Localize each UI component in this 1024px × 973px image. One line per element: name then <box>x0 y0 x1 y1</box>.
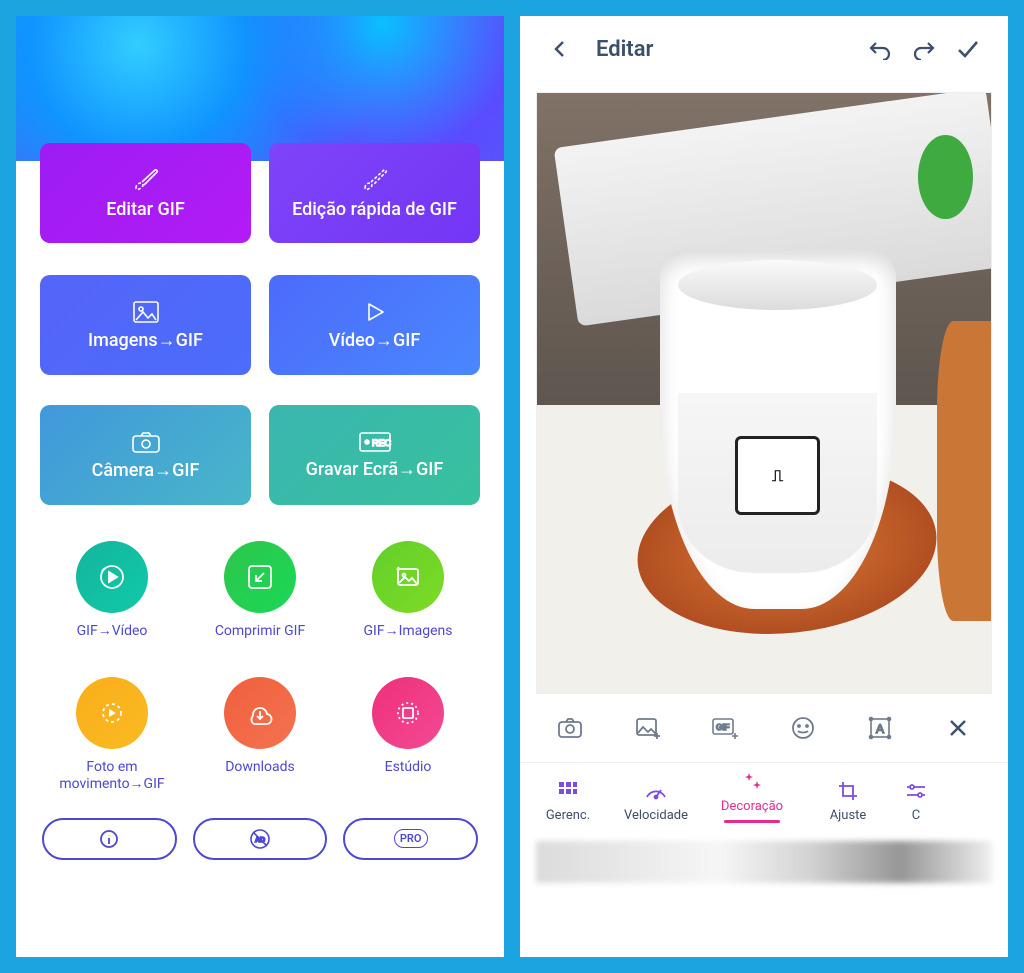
quick-edit-button[interactable]: Edição rápida de GIF <box>269 143 480 243</box>
camera-icon <box>131 430 161 454</box>
tool-text[interactable]: A <box>860 716 900 740</box>
back-button[interactable] <box>538 38 582 60</box>
tab-decoration-label: Decoração <box>721 799 783 814</box>
pro-label: PRO <box>394 829 428 848</box>
editor-topbar: Editar <box>520 16 1008 82</box>
brush-icon <box>131 167 161 193</box>
info-pill[interactable] <box>42 818 177 860</box>
video-to-gif-label: Vídeo→GIF <box>329 330 421 351</box>
camera-to-gif-label: Câmera→GIF <box>92 460 200 481</box>
pro-pill[interactable]: PRO <box>343 818 478 860</box>
gif-to-images-item[interactable]: GIF→Imagens <box>348 541 468 641</box>
no-ads-icon: AD <box>249 828 271 850</box>
gif-to-video-label: GIF→Vídeo <box>77 623 148 641</box>
images-to-gif-label: Imagens→GIF <box>88 330 203 351</box>
gif-to-video-item[interactable]: GIF→Vídeo <box>52 541 172 641</box>
tab-manage-label: Gerenc. <box>546 808 590 823</box>
hero-background <box>16 16 504 161</box>
tab-speed-label: Velocidade <box>624 808 688 823</box>
compress-gif-icon <box>224 541 296 613</box>
svg-text:GIF: GIF <box>716 723 729 732</box>
tab-extra[interactable]: C <box>896 778 936 823</box>
tab-speed[interactable]: Velocidade <box>608 778 704 823</box>
studio-item[interactable]: Estúdio <box>348 677 468 794</box>
tool-gif[interactable]: GIF <box>705 716 745 740</box>
editor-title: Editar <box>596 37 858 62</box>
gif-to-images-label: GIF→Imagens <box>363 623 452 641</box>
preview-area[interactable]: ⎍ <box>536 92 992 694</box>
tool-image[interactable] <box>628 716 668 740</box>
tab-adjust-label: Ajuste <box>830 808 867 823</box>
right-screenshot: Editar ⎍ <box>520 16 1008 957</box>
decoration-tools: GIF A <box>520 694 1008 762</box>
studio-icon <box>372 677 444 749</box>
bottom-tabs: Gerenc. Velocidade Decoração Ajuste C <box>520 762 1008 841</box>
svg-text:AD: AD <box>255 837 265 844</box>
confirm-button[interactable] <box>946 38 990 60</box>
gif-to-video-icon <box>76 541 148 613</box>
camera-to-gif-button[interactable]: Câmera→GIF <box>40 405 251 505</box>
record-to-gif-label: Gravar Ecrã→GIF <box>306 459 444 480</box>
brush-dashed-icon <box>360 167 390 193</box>
tool-emoji[interactable] <box>783 716 823 740</box>
row-primary-1: Editar GIF Edição rápida de GIF <box>40 143 480 243</box>
grid-icon <box>558 781 578 801</box>
gif-to-images-icon <box>372 541 444 613</box>
sparkle-icon <box>741 771 763 793</box>
downloads-icon <box>224 677 296 749</box>
tab-decoration[interactable]: Decoração <box>704 769 800 823</box>
gif-plus-icon: GIF <box>711 716 739 740</box>
studio-label: Estúdio <box>385 759 432 777</box>
left-screenshot: Editar GIF Edição rápida de GIF Imagens→… <box>16 16 504 957</box>
undo-button[interactable] <box>858 38 902 60</box>
svg-text:REC: REC <box>372 438 392 448</box>
tool-close[interactable] <box>938 717 978 739</box>
check-icon <box>955 38 981 60</box>
images-to-gif-button[interactable]: Imagens→GIF <box>40 275 251 375</box>
compress-gif-label: Comprimir GIF <box>215 623 305 641</box>
svg-text:A: A <box>876 722 884 736</box>
row-primary-2: Imagens→GIF Vídeo→GIF <box>40 275 480 375</box>
bottom-pills: AD PRO <box>40 818 480 860</box>
moving-photo-icon <box>76 677 148 749</box>
info-icon <box>99 829 119 849</box>
close-icon <box>947 717 969 739</box>
redo-button[interactable] <box>902 38 946 60</box>
chevron-left-icon <box>549 38 571 60</box>
home-content: Editar GIF Edição rápida de GIF Imagens→… <box>16 143 504 874</box>
downloads-item[interactable]: Downloads <box>200 677 320 794</box>
crop-icon <box>837 780 859 802</box>
gauge-icon <box>644 781 668 801</box>
edit-gif-button[interactable]: Editar GIF <box>40 143 251 243</box>
emoji-icon <box>791 716 815 740</box>
remove-ads-pill[interactable]: AD <box>193 818 328 860</box>
camera-icon <box>557 716 583 740</box>
image-icon <box>132 300 160 324</box>
preview-image: ⎍ <box>537 93 991 693</box>
image-plus-icon <box>635 716 661 740</box>
tool-camera[interactable] <box>550 716 590 740</box>
video-to-gif-button[interactable]: Vídeo→GIF <box>269 275 480 375</box>
compress-gif-item[interactable]: Comprimir GIF <box>200 541 320 641</box>
undo-icon <box>867 38 893 60</box>
moving-photo-item[interactable]: Foto em movimento→GIF <box>52 677 172 794</box>
circle-row-2: Foto em movimento→GIF Downloads Estúdio <box>40 677 480 794</box>
moving-photo-label: Foto em movimento→GIF <box>52 759 172 794</box>
tab-extra-label: C <box>912 808 920 823</box>
row-primary-3: Câmera→GIF REC Gravar Ecrã→GIF <box>40 405 480 505</box>
edit-gif-label: Editar GIF <box>106 199 185 220</box>
bottom-blur <box>536 841 992 883</box>
quick-edit-label: Edição rápida de GIF <box>292 199 457 220</box>
record-to-gif-button[interactable]: REC Gravar Ecrã→GIF <box>269 405 480 505</box>
play-icon <box>361 300 389 324</box>
sliders-icon <box>905 780 927 802</box>
circle-row-1: GIF→Vídeo Comprimir GIF GIF→Imagens <box>40 541 480 641</box>
redo-icon <box>911 38 937 60</box>
tab-adjust[interactable]: Ajuste <box>800 778 896 823</box>
rec-icon: REC <box>358 431 392 453</box>
tab-manage[interactable]: Gerenc. <box>528 778 608 823</box>
downloads-label: Downloads <box>225 759 295 777</box>
text-frame-icon: A <box>868 716 892 740</box>
